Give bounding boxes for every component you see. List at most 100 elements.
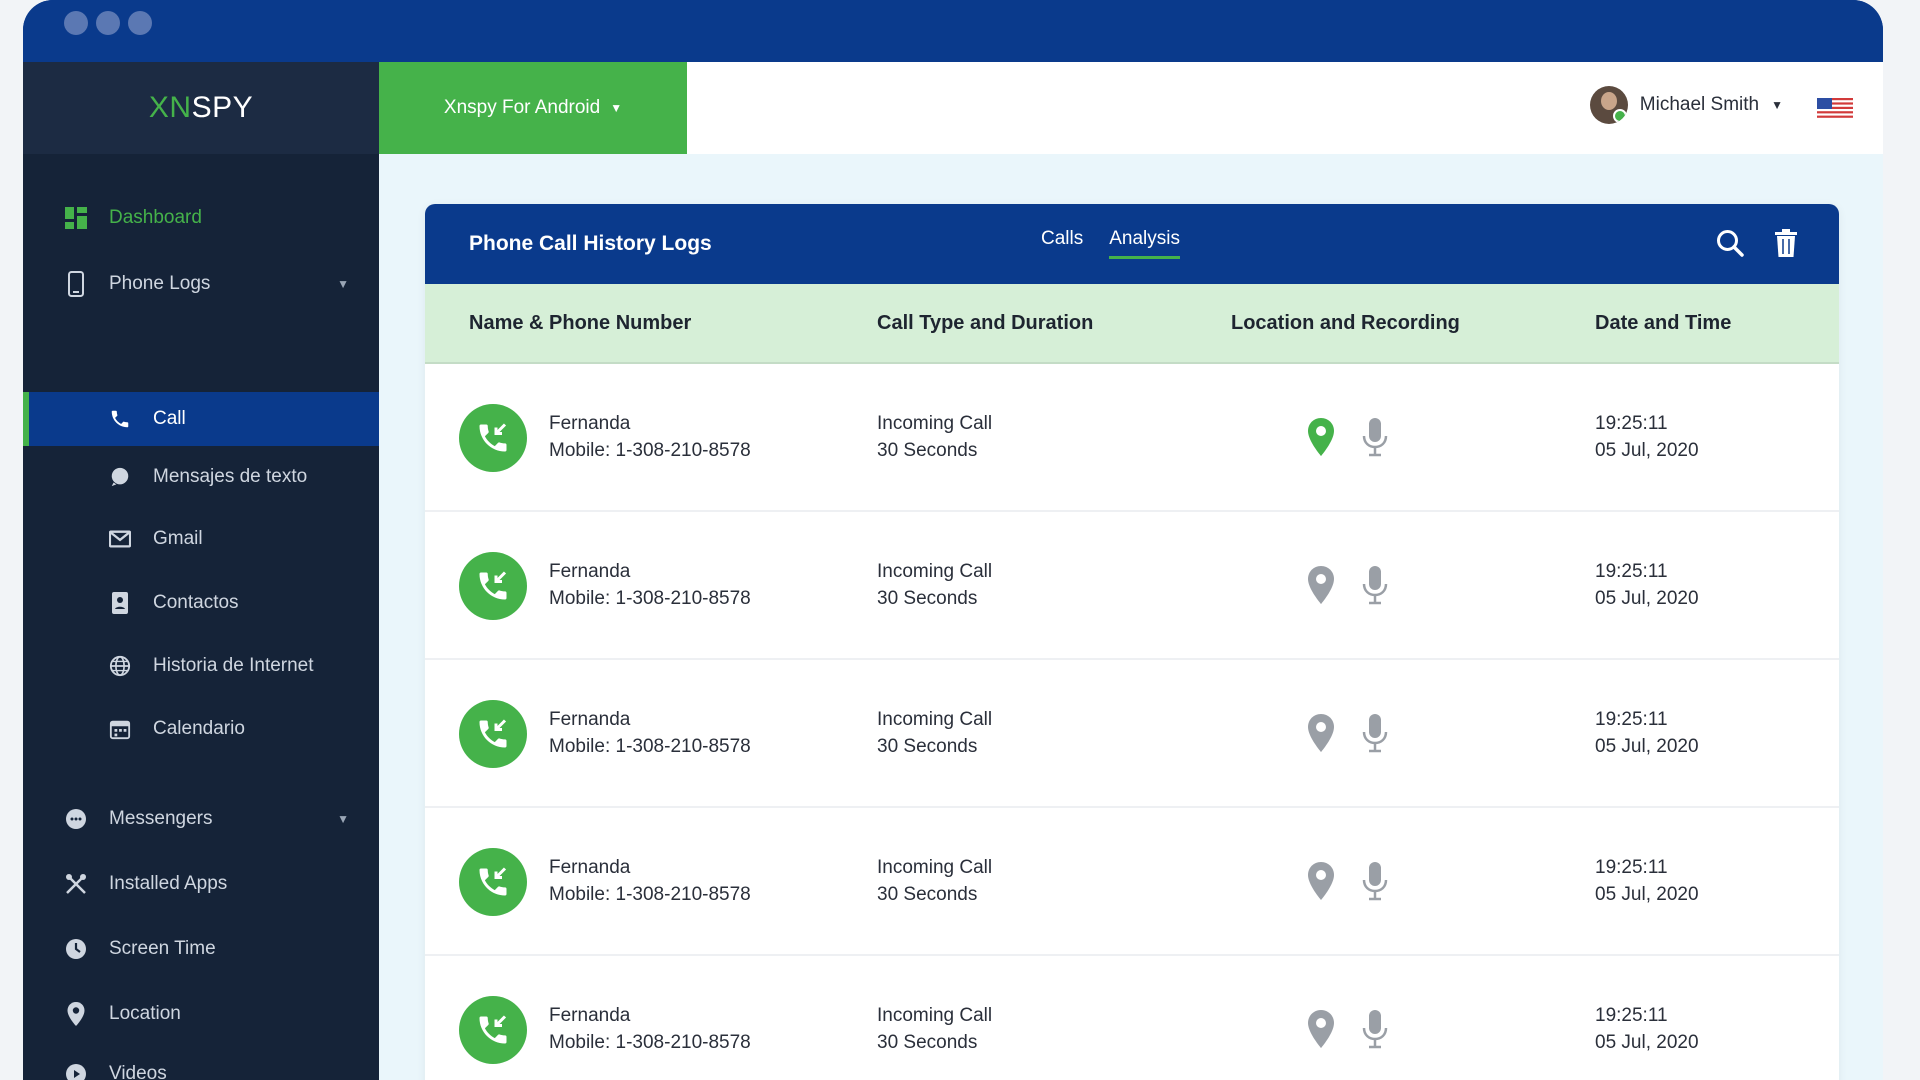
search-icon[interactable] (1713, 226, 1747, 260)
sidebar-item-contacts[interactable]: Contactos (23, 576, 379, 630)
contact-number: Mobile: 1-308-210-8578 (549, 588, 751, 609)
date-time-cell: 19:25:11 05 Jul, 2020 (1595, 706, 1699, 760)
sidebar-item-gmail[interactable]: Gmail (23, 512, 379, 566)
sidebar-item-installed-apps[interactable]: Installed Apps (23, 857, 379, 911)
dashboard-icon (63, 205, 89, 231)
call-type: Incoming Call (877, 1005, 993, 1026)
contact-number: Mobile: 1-308-210-8578 (549, 440, 751, 461)
column-header-location[interactable]: Location and Recording (1231, 312, 1460, 335)
incoming-call-icon (459, 404, 527, 472)
table-row[interactable]: Fernanda Mobile: 1-308-210-8578 Incoming C… (425, 512, 1839, 660)
contact-cell: Fernanda Mobile: 1-308-210-8578 (549, 1002, 751, 1056)
tab-analysis[interactable]: Analysis (1109, 228, 1180, 259)
call-date: 05 Jul, 2020 (1595, 588, 1699, 609)
card-actions (1713, 226, 1803, 260)
sidebar-item-label: Mensajes de texto (153, 466, 308, 487)
contact-name: Fernanda (549, 857, 631, 878)
sidebar-item-messengers[interactable]: Messengers ▼ (23, 792, 379, 846)
location-pin-icon[interactable] (1305, 416, 1337, 458)
microphone-icon[interactable] (1359, 860, 1391, 902)
incoming-call-icon (459, 848, 527, 916)
date-time-cell: 19:25:11 05 Jul, 2020 (1595, 854, 1699, 908)
sidebar-item-videos[interactable]: Videos (23, 1047, 379, 1080)
column-header-date[interactable]: Date and Time (1595, 312, 1731, 335)
chevron-down-icon: ▼ (337, 812, 349, 826)
table-header: Name & Phone Number Call Type and Durati… (425, 284, 1839, 364)
call-time: 19:25:11 (1595, 1005, 1668, 1026)
app-window: XN SPY Dashboard Phone Logs ▼ Call Mensa… (23, 0, 1883, 1080)
sidebar-item-screen-time[interactable]: Screen Time (23, 922, 379, 976)
call-type-cell: Incoming Call 30 Seconds (877, 410, 992, 464)
microphone-icon[interactable] (1359, 564, 1391, 606)
globe-icon (107, 653, 133, 679)
microphone-icon[interactable] (1359, 416, 1391, 458)
card-title: Phone Call History Logs (469, 232, 712, 255)
call-type-cell: Incoming Call 30 Seconds (877, 854, 992, 908)
call-time: 19:25:11 (1595, 709, 1668, 730)
location-pin-icon[interactable] (1305, 860, 1337, 902)
trash-icon[interactable] (1769, 226, 1803, 260)
microphone-icon[interactable] (1359, 712, 1391, 754)
call-type: Incoming Call (877, 561, 993, 582)
incoming-call-icon (459, 700, 527, 768)
table-row[interactable]: Fernanda Mobile: 1-308-210-8578 Incoming C… (425, 956, 1839, 1080)
location-pin-icon[interactable] (1305, 564, 1337, 606)
chat-icon (63, 806, 89, 832)
sidebar-item-messages[interactable]: Mensajes de texto (23, 450, 379, 504)
window-dot-maximize[interactable] (128, 11, 152, 35)
sidebar-item-location[interactable]: Location (23, 987, 379, 1041)
date-time-cell: 19:25:11 05 Jul, 2020 (1595, 558, 1699, 612)
call-time: 19:25:11 (1595, 561, 1668, 582)
call-type: Incoming Call (877, 709, 993, 730)
device-selector-button[interactable]: Xnspy For Android ▼ (379, 62, 687, 154)
call-duration: 30 Seconds (877, 736, 978, 757)
user-menu[interactable]: Michael Smith ▼ (1589, 86, 1783, 124)
mail-icon (107, 526, 133, 552)
sidebar-item-label: Location (109, 1003, 181, 1024)
sidebar-item-calendar[interactable]: Calendario (23, 702, 379, 756)
incoming-call-icon (459, 552, 527, 620)
logo-spy: SPY (191, 91, 254, 124)
tools-icon (63, 871, 89, 897)
contact-name: Fernanda (549, 1005, 631, 1026)
us-flag-icon[interactable] (1817, 98, 1853, 120)
main-content: Phone Call History Logs Calls Analysis N… (379, 154, 1883, 1080)
sidebar-item-phone-logs[interactable]: Phone Logs ▼ (23, 257, 379, 311)
table-row[interactable]: Fernanda Mobile: 1-308-210-8578 Incoming C… (425, 808, 1839, 956)
card-tabs: Calls Analysis (1041, 228, 1180, 259)
call-duration: 30 Seconds (877, 884, 978, 905)
contact-number: Mobile: 1-308-210-8578 (549, 884, 751, 905)
table-row[interactable]: Fernanda Mobile: 1-308-210-8578 Incoming C… (425, 660, 1839, 808)
call-date: 05 Jul, 2020 (1595, 736, 1699, 757)
sidebar-item-label: Messengers (109, 808, 213, 829)
sidebar-item-dashboard[interactable]: Dashboard (23, 191, 379, 245)
xnspy-logo[interactable]: XN SPY (23, 62, 379, 154)
window-titlebar (23, 0, 1883, 62)
incoming-call-icon (459, 996, 527, 1064)
sidebar-item-label: Gmail (153, 528, 203, 549)
contact-name: Fernanda (549, 561, 631, 582)
sidebar: XN SPY Dashboard Phone Logs ▼ Call Mensa… (23, 62, 379, 1080)
tab-calls[interactable]: Calls (1041, 228, 1083, 259)
window-dot-close[interactable] (64, 11, 88, 35)
top-bar: Xnspy For Android ▼ Michael Smith ▼ (379, 62, 1883, 154)
call-date: 05 Jul, 2020 (1595, 1032, 1699, 1053)
sidebar-item-call[interactable]: Call (23, 392, 379, 446)
table-row[interactable]: Fernanda Mobile: 1-308-210-8578 Incoming C… (425, 364, 1839, 512)
card-header: Phone Call History Logs Calls Analysis (425, 204, 1839, 284)
window-dot-minimize[interactable] (96, 11, 120, 35)
avatar (1589, 86, 1628, 124)
column-header-call-type[interactable]: Call Type and Duration (877, 312, 1093, 335)
user-name: Michael Smith (1639, 94, 1760, 115)
video-icon (63, 1061, 89, 1080)
location-pin-icon[interactable] (1305, 1008, 1337, 1050)
contact-name: Fernanda (549, 413, 631, 434)
location-pin-icon[interactable] (1305, 712, 1337, 754)
column-header-name[interactable]: Name & Phone Number (469, 312, 691, 335)
contact-name: Fernanda (549, 709, 631, 730)
contact-cell: Fernanda Mobile: 1-308-210-8578 (549, 410, 751, 464)
call-date: 05 Jul, 2020 (1595, 884, 1699, 905)
microphone-icon[interactable] (1359, 1008, 1391, 1050)
sidebar-item-internet-history[interactable]: Historia de Internet (23, 639, 379, 693)
chevron-down-icon: ▼ (610, 101, 623, 115)
